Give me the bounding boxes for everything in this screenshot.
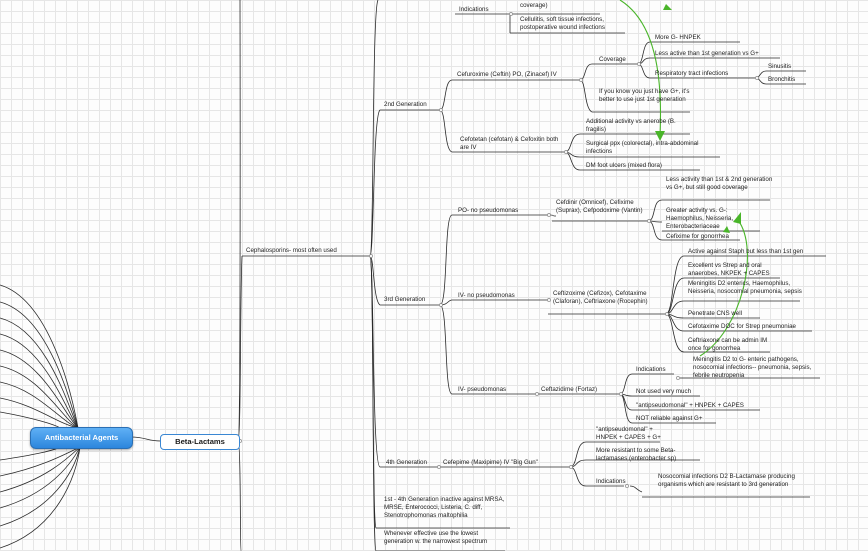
topic-less-active[interactable]: Less active than 1st generation vs G+ xyxy=(655,50,759,58)
topic-surgical-ppx[interactable]: Surgical ppx (colorectal), intra-abdomin… xyxy=(586,140,720,156)
topic-po-no-pseudomonas[interactable]: PO- no pseudomonas xyxy=(458,207,518,215)
topic-3rd-generation[interactable]: 3rd Generation xyxy=(384,296,425,304)
topic-if-gplus[interactable]: If you know you just have G+, it's bette… xyxy=(599,88,691,104)
topic-penetrate-cns[interactable]: Penetrate CNS well xyxy=(688,310,742,318)
topic-ceftriaxone-im[interactable]: Ceftriaxone can be admin IM once for gon… xyxy=(688,337,774,353)
topic-cefixime-gonorrhea[interactable]: Cefixime for gonorrhea xyxy=(666,233,729,241)
topic-dm-foot[interactable]: DM foot ulcers (mixed flora) xyxy=(586,162,662,170)
topic-2nd-generation[interactable]: 2nd Generation xyxy=(384,101,427,109)
topic-cefdinir[interactable]: Cefdinir (Omnicef), Cefixime (Suprax), C… xyxy=(556,199,650,215)
topic-meningitis-g-enteric[interactable]: Meningitis D2 to G- enteric pathogens, n… xyxy=(693,356,823,380)
topic-antipseudomonal-4th[interactable]: "antipseudomonal" + HNPEK + CAPES + G+ xyxy=(596,426,670,442)
topic-whenever-effective[interactable]: Whenever effective use the lowest genera… xyxy=(384,530,508,546)
topic-beta-lactams[interactable]: Beta-Lactams xyxy=(160,434,240,450)
topic-respiratory[interactable]: Respiratory tract infections xyxy=(655,70,728,78)
topic-indications-1st[interactable]: Indications xyxy=(459,6,489,14)
topic-sinusitis[interactable]: Sinusitis xyxy=(768,63,791,71)
topic-iv-pseudomonas[interactable]: IV- pseudomonas xyxy=(458,386,506,394)
topic-more-resistant[interactable]: More resistant to some Beta-lactamases (… xyxy=(596,447,706,463)
topic-meningitis-enterics[interactable]: Meningitis D2 enterics, Haemophilus, Nei… xyxy=(688,280,806,296)
topic-coverage-tail[interactable]: coverage) xyxy=(520,2,548,10)
topic-cellulitis[interactable]: Cellulitis, soft tissue infections, post… xyxy=(520,16,628,32)
topic-excellent-strep[interactable]: Excellent vs Strep and oral anaerobes, N… xyxy=(688,262,784,278)
topic-cefotaxime-doc[interactable]: Cefotaxime DOC for Strep pneumoniae xyxy=(688,323,796,331)
topic-ceftizoxime[interactable]: Ceftizoxime (Cefizox), Cefotaxime (Clafo… xyxy=(553,290,665,306)
topic-active-staph[interactable]: Active against Staph but less than 1st g… xyxy=(688,248,803,256)
topic-coverage-2nd[interactable]: Coverage xyxy=(599,56,626,64)
topic-indications-3rd[interactable]: Indications xyxy=(636,366,666,374)
topic-ceftazidime[interactable]: Ceftazidime (Fortaz) xyxy=(541,386,597,394)
root-topic[interactable]: Antibacterial Agents xyxy=(30,427,133,449)
topic-cefotetan[interactable]: Cefotetan (cefotan) & Cefoxitin both are… xyxy=(460,136,566,152)
topic-nosocomial[interactable]: Nosocomial infections D2 B-Lactamase pro… xyxy=(658,473,814,489)
topic-more-g-hnpek[interactable]: More G- HNPEK xyxy=(655,34,701,42)
topic-bronchitis[interactable]: Bronchitis xyxy=(768,76,795,84)
topic-not-reliable[interactable]: NOT reliable against G+ xyxy=(636,415,702,423)
topic-cefuroxime[interactable]: Cefuroxime (Ceftin) PO, (Zinacef) IV xyxy=(457,71,557,79)
topic-cefepime[interactable]: Cefepime (Maxipime) IV "Big Gun" xyxy=(443,459,538,467)
topic-anaerobe[interactable]: Additional activity vs anerobe (B. fragi… xyxy=(586,118,690,134)
topic-indications-4th[interactable]: Indications xyxy=(596,478,626,486)
topic-iv-no-pseudomonas[interactable]: IV- no pseudomonas xyxy=(458,292,515,300)
topic-greater-activity[interactable]: Greater activity vs. G-: Haemophilus, Ne… xyxy=(666,207,766,231)
topic-cephalosporins[interactable]: Cephalosporins- most often used xyxy=(246,247,337,255)
topic-less-activity[interactable]: Less activity than 1st & 2nd generation … xyxy=(666,176,774,192)
topic-inactive-mrsa[interactable]: 1st - 4th Generation inactive against MR… xyxy=(384,496,524,520)
topic-antipseudomonal-3rd[interactable]: "antipseudomonal" + HNPEK + CAPES xyxy=(636,402,744,410)
topic-4th-generation[interactable]: 4th Generation xyxy=(386,459,427,467)
topic-not-used[interactable]: Not used very much xyxy=(636,388,691,396)
